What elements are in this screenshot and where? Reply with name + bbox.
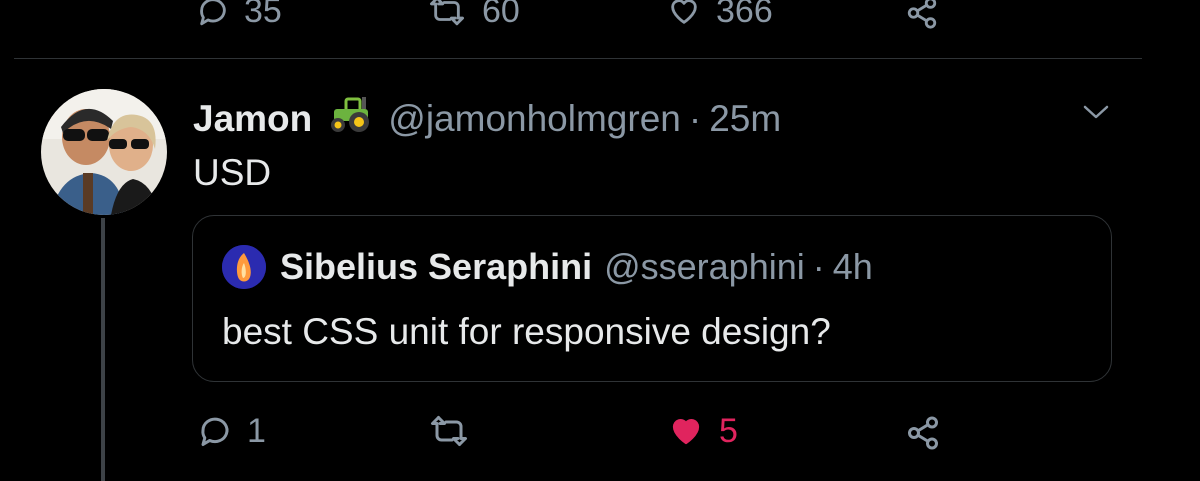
share-icon bbox=[907, 0, 937, 29]
retweet-icon bbox=[430, 0, 465, 26]
prev-retweet-action[interactable]: 60 bbox=[426, 0, 520, 28]
prev-reply-count: 35 bbox=[244, 0, 282, 30]
separator: · bbox=[688, 97, 702, 139]
tweet-header: Jamon @jamonholmgren · 25m bbox=[193, 95, 781, 142]
retweet-icon bbox=[431, 416, 467, 446]
author-handle[interactable]: @jamonholmgren bbox=[388, 98, 681, 140]
quoted-separator: · bbox=[812, 246, 825, 287]
reply-count: 1 bbox=[247, 412, 266, 450]
avatar[interactable] bbox=[41, 89, 167, 215]
quoted-time: 4h bbox=[832, 246, 873, 287]
prev-like-count: 366 bbox=[716, 0, 773, 30]
tractor-icon bbox=[326, 95, 374, 142]
quoted-tweet-header: Sibelius Seraphini @sseraphini · 4h bbox=[222, 245, 873, 289]
chevron-down-icon bbox=[1083, 105, 1109, 119]
tweet-divider bbox=[14, 58, 1142, 59]
reply-action[interactable]: 1 bbox=[197, 413, 266, 449]
reply-icon bbox=[200, 0, 226, 26]
share-icon bbox=[908, 416, 938, 450]
thread-line bbox=[101, 218, 105, 481]
prev-reply-action[interactable]: 35 bbox=[196, 0, 282, 28]
prev-like-action[interactable]: 366 bbox=[666, 0, 773, 28]
quoted-avatar bbox=[222, 245, 266, 289]
prev-retweet-count: 60 bbox=[482, 0, 520, 30]
like-icon bbox=[671, 0, 697, 24]
retweet-action[interactable] bbox=[427, 413, 485, 449]
like-icon bbox=[672, 418, 700, 445]
quoted-author-handle: @sseraphini bbox=[604, 246, 805, 287]
quoted-tweet-card[interactable] bbox=[192, 215, 1112, 382]
quoted-tweet-text: best CSS unit for responsive design? bbox=[222, 311, 831, 352]
quoted-author-name: Sibelius Seraphini bbox=[280, 246, 593, 287]
like-action[interactable]: 5 bbox=[667, 413, 738, 449]
reply-icon bbox=[201, 417, 229, 446]
prev-share-action[interactable] bbox=[904, 0, 940, 30]
tweet-time[interactable]: 25m bbox=[709, 98, 781, 140]
tweet-text: USD bbox=[193, 152, 272, 193]
author-name[interactable]: Jamon bbox=[193, 98, 312, 140]
share-action[interactable] bbox=[904, 415, 942, 451]
more-options-button[interactable] bbox=[1080, 100, 1112, 129]
like-count: 5 bbox=[719, 412, 738, 450]
